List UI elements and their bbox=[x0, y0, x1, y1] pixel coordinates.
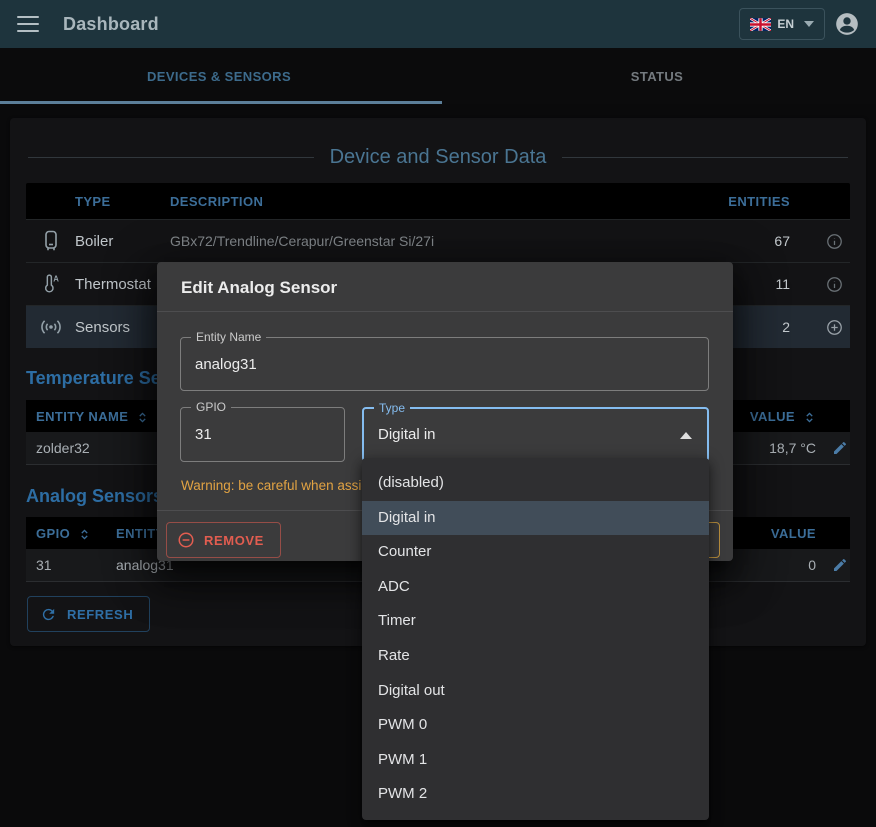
col-gpio[interactable]: GPIO bbox=[36, 526, 70, 541]
tab-bar: DEVICES & SENSORS STATUS bbox=[0, 48, 876, 104]
thermostat-icon: A bbox=[26, 273, 75, 295]
type-select[interactable]: Type Digital in bbox=[362, 407, 709, 462]
col-description: DESCRIPTION bbox=[170, 194, 690, 209]
type-options-menu: (disabled) Digital in Counter ADC Timer … bbox=[362, 458, 709, 820]
device-type: Sensors bbox=[75, 319, 170, 336]
option-pwm-1[interactable]: PWM 1 bbox=[362, 743, 709, 778]
option-pwm-2[interactable]: PWM 2 bbox=[362, 777, 709, 812]
sort-icon[interactable] bbox=[803, 411, 816, 424]
user-avatar-icon[interactable] bbox=[834, 11, 860, 37]
option-timer[interactable]: Timer bbox=[362, 604, 709, 639]
language-selector[interactable]: EN bbox=[739, 8, 825, 40]
sensor-gpio: 31 bbox=[26, 557, 116, 573]
edit-icon[interactable] bbox=[816, 440, 850, 456]
app-title: Dashboard bbox=[63, 14, 159, 35]
tab-status[interactable]: STATUS bbox=[438, 48, 876, 104]
type-selected-value: Digital in bbox=[378, 409, 681, 460]
device-entities: 67 bbox=[690, 233, 796, 249]
chevron-up-icon bbox=[680, 432, 692, 439]
remove-button[interactable]: REMOVE bbox=[166, 522, 281, 558]
device-table-header: TYPE DESCRIPTION ENTITIES bbox=[26, 183, 850, 219]
dialog-title: Edit Analog Sensor bbox=[181, 278, 337, 298]
refresh-icon bbox=[40, 606, 57, 623]
col-value[interactable]: VALUE bbox=[750, 409, 795, 424]
option-digital-out[interactable]: Digital out bbox=[362, 674, 709, 709]
uk-flag-icon bbox=[750, 18, 771, 31]
app-screen: Dashboard EN bbox=[0, 0, 876, 827]
option-pwm-0[interactable]: PWM 0 bbox=[362, 708, 709, 743]
entity-name-input[interactable] bbox=[195, 338, 682, 390]
info-icon[interactable] bbox=[796, 233, 850, 250]
refresh-button[interactable]: REFRESH bbox=[27, 596, 150, 632]
sensors-icon bbox=[26, 317, 75, 337]
remove-circle-icon bbox=[177, 531, 195, 549]
option-counter[interactable]: Counter bbox=[362, 535, 709, 570]
gpio-field: GPIO bbox=[180, 407, 345, 462]
analog-sensors-heading: Analog Sensors bbox=[26, 486, 163, 507]
sort-icon[interactable] bbox=[78, 528, 91, 541]
page-title: Device and Sensor Data bbox=[330, 146, 547, 169]
add-entity-icon[interactable] bbox=[796, 319, 850, 336]
option-rate[interactable]: Rate bbox=[362, 639, 709, 674]
menu-icon[interactable] bbox=[17, 16, 39, 32]
col-entity-name[interactable]: ENTITY NAME bbox=[36, 409, 128, 424]
chevron-down-icon bbox=[804, 21, 814, 27]
col-type: TYPE bbox=[75, 194, 170, 209]
svg-text:A: A bbox=[53, 274, 59, 283]
active-tab-indicator bbox=[0, 101, 442, 104]
edit-icon[interactable] bbox=[816, 557, 850, 573]
entity-name-field: Entity Name bbox=[180, 337, 709, 391]
table-row-boiler[interactable]: Boiler GBx72/Trendline/Cerapur/Greenstar… bbox=[26, 219, 850, 262]
option-disabled[interactable]: (disabled) bbox=[362, 466, 709, 501]
sort-icon[interactable] bbox=[136, 411, 149, 424]
option-digital-in[interactable]: Digital in bbox=[362, 501, 709, 536]
boiler-icon bbox=[26, 230, 75, 252]
device-description: GBx72/Trendline/Cerapur/Greenstar Si/27i bbox=[170, 233, 690, 249]
device-type: Boiler bbox=[75, 233, 170, 250]
language-label: EN bbox=[777, 17, 794, 31]
info-icon[interactable] bbox=[796, 276, 850, 293]
tab-devices-sensors[interactable]: DEVICES & SENSORS bbox=[0, 48, 438, 104]
top-app-bar: Dashboard EN bbox=[0, 0, 876, 48]
page-heading: Device and Sensor Data bbox=[28, 146, 848, 169]
option-adc[interactable]: ADC bbox=[362, 570, 709, 605]
col-entities: ENTITIES bbox=[690, 194, 796, 209]
device-type: Thermostat bbox=[75, 276, 170, 293]
gpio-input[interactable] bbox=[195, 408, 318, 461]
